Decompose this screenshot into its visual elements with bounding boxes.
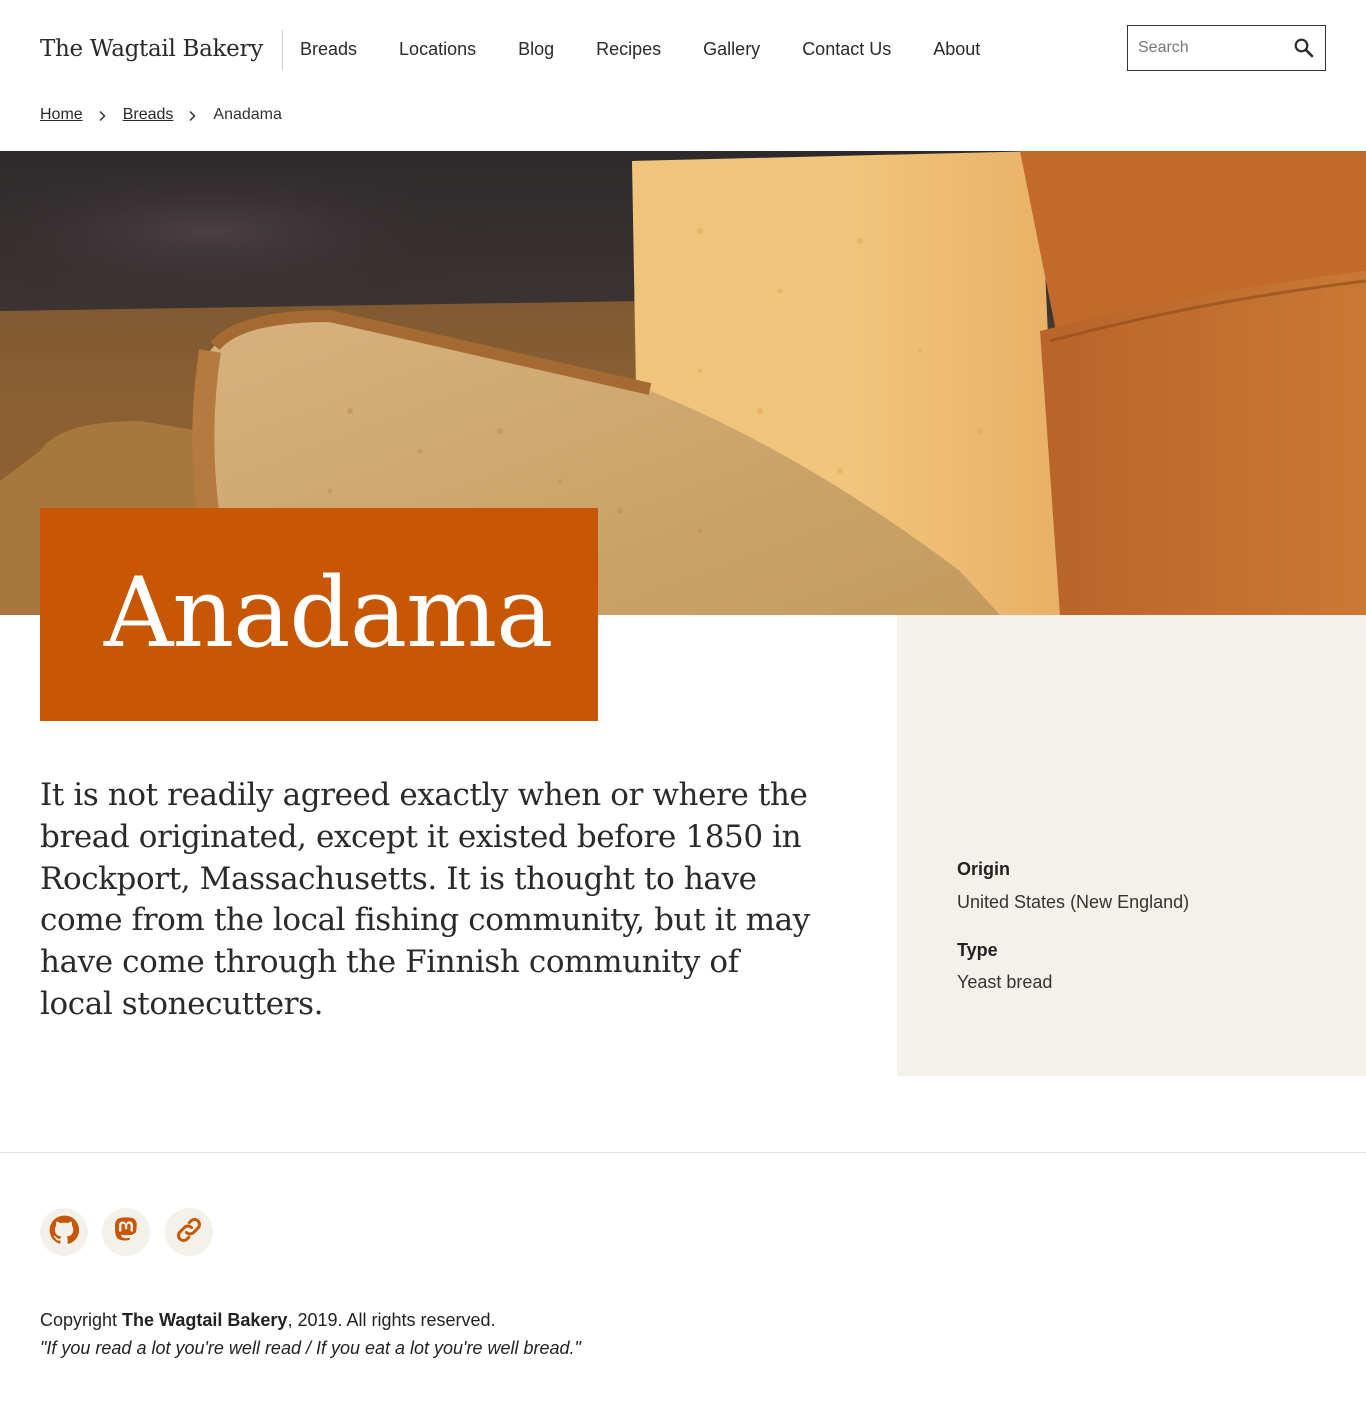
breadcrumb: Home Breads Anadama (40, 106, 282, 124)
nav-item-recipes[interactable]: Recipes (596, 36, 661, 62)
chevron-right-icon (97, 109, 107, 122)
nav-item-breads[interactable]: Breads (300, 36, 357, 62)
link-icon (174, 1215, 204, 1250)
page-intro: It is not readily agreed exactly when or… (40, 777, 810, 1022)
site-logo[interactable]: The Wagtail Bakery (40, 30, 283, 70)
site-header: The Wagtail Bakery Breads Locations Blog… (0, 0, 1366, 96)
nav-item-blog[interactable]: Blog (518, 36, 554, 62)
copyright: Copyright The Wagtail Bakery, 2019. All … (40, 1310, 496, 1331)
copyright-name: The Wagtail Bakery (122, 1310, 288, 1330)
copyright-suffix: , 2019. All rights reserved. (287, 1310, 496, 1330)
nav-item-gallery[interactable]: Gallery (703, 36, 760, 62)
breadcrumb-home[interactable]: Home (40, 106, 83, 124)
type-label: Type (957, 940, 998, 960)
copyright-prefix: Copyright (40, 1310, 123, 1330)
footer-divider (0, 1152, 1366, 1153)
search-box (1127, 25, 1326, 71)
bread-details: Origin United States (New England) Type … (897, 615, 1366, 1076)
mastodon-link[interactable] (102, 1208, 150, 1256)
footer-tagline: "If you read a lot you're well read / If… (40, 1338, 581, 1358)
nav-item-contact-us[interactable]: Contact Us (802, 36, 891, 62)
page-title-box: Anadama (40, 508, 598, 721)
github-icon (49, 1215, 80, 1250)
page-title: Anadama (104, 557, 553, 669)
website-link[interactable] (165, 1208, 213, 1256)
origin-label: Origin (957, 859, 1010, 879)
search-icon[interactable] (1293, 37, 1315, 59)
origin-value: United States (New England) (957, 892, 1190, 912)
github-link[interactable] (40, 1208, 88, 1256)
chevron-right-icon (187, 109, 197, 122)
main-nav: Breads Locations Blog Recipes Gallery Co… (300, 36, 1022, 62)
nav-item-about[interactable]: About (933, 36, 980, 62)
breadcrumb-breads[interactable]: Breads (123, 106, 174, 124)
mastodon-icon (112, 1216, 140, 1249)
search-input[interactable] (1138, 36, 1288, 60)
breadcrumb-current: Anadama (213, 106, 282, 123)
type-value: Yeast bread (957, 972, 1053, 992)
nav-item-locations[interactable]: Locations (399, 36, 476, 62)
